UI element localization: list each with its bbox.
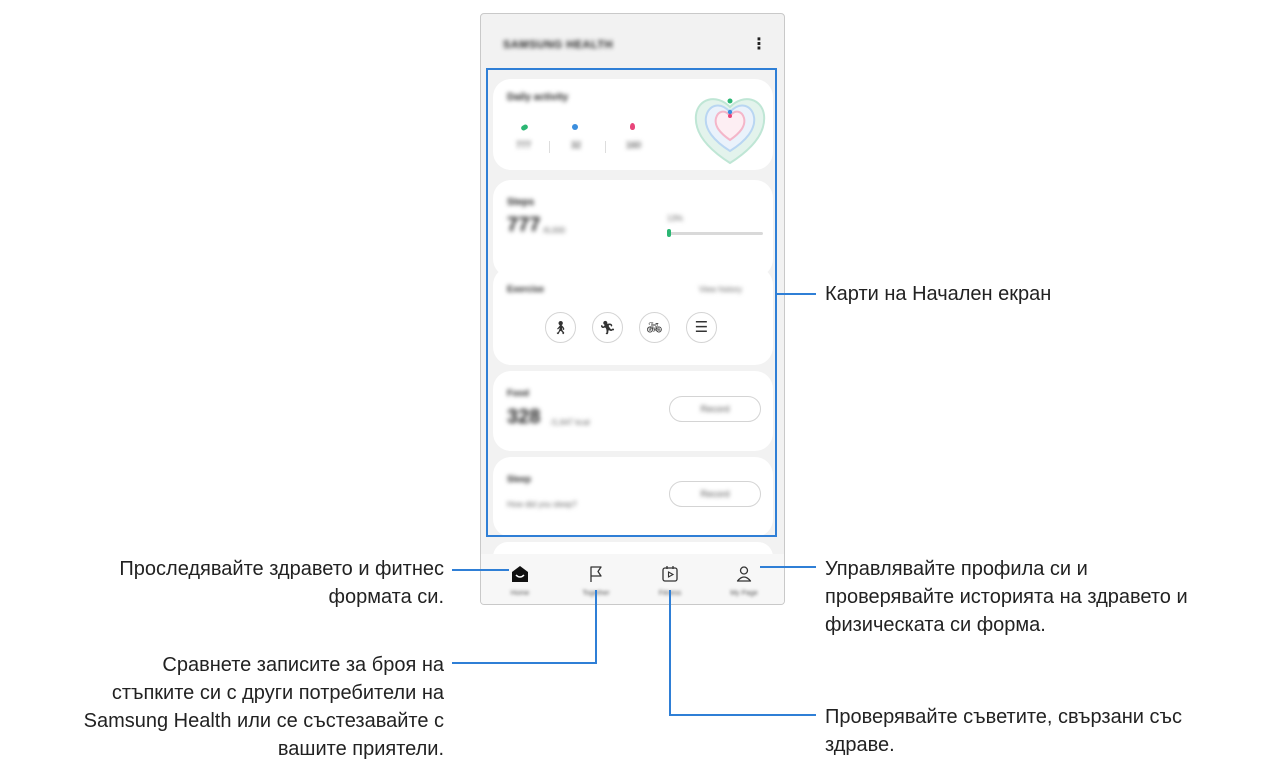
bottom-navigation: Home Together Fitness My Page	[481, 554, 784, 604]
callout-line-fitness-h	[669, 714, 816, 716]
callout-home-cards: Карти на Начален екран	[825, 280, 1051, 308]
cycling-icon[interactable]: 🚲︎	[639, 312, 670, 343]
divider	[605, 141, 606, 153]
active-time-stat: 32	[571, 140, 582, 150]
calories-stat: 160	[626, 140, 642, 150]
calories-icon	[630, 123, 635, 130]
nav-home-label: Home	[510, 590, 530, 597]
callout-home-tab: Проследявайте здравето и фитнес формата …	[10, 555, 444, 611]
callout-fitness: Проверявайте съветите, свързани със здра…	[825, 703, 1182, 759]
callout-fitness-line: здраве.	[825, 734, 895, 756]
food-unit: /1,647 kcal	[551, 418, 590, 427]
steps-goal: /6,000	[543, 226, 566, 235]
steps-title: Steps	[507, 197, 535, 208]
sleep-record-button[interactable]: Record	[669, 481, 761, 507]
callout-line-profile	[760, 566, 816, 568]
food-value: 328	[507, 406, 541, 428]
callout-home-tab-line: Проследявайте здравето и фитнес	[119, 558, 444, 580]
steps-progress-track	[667, 232, 763, 235]
steps-icon	[520, 123, 529, 132]
exercise-card[interactable]: Exercise View history 🚶︎ 🏃︎ 🚲︎ ☰	[493, 267, 773, 365]
callout-profile-line: проверявайте историята на здравето и	[825, 586, 1188, 608]
callout-together: Сравнете записите за броя на стъпките си…	[0, 651, 444, 763]
person-icon	[736, 566, 752, 582]
view-history-link[interactable]: View history	[699, 285, 742, 294]
callout-line-home	[452, 569, 509, 571]
callout-home-cards-text: Карти на Начален екран	[825, 283, 1052, 305]
sleep-question: How did you sleep?	[507, 500, 577, 509]
callout-profile: Управлявайте профила си и проверявайте и…	[825, 555, 1188, 639]
callout-together-line: Сравнете записите за броя на	[162, 654, 444, 676]
steps-stat: 777	[516, 140, 532, 150]
callout-line-cards	[777, 293, 816, 295]
activity-heart-icon	[694, 98, 766, 165]
steps-percent: 13%	[667, 214, 684, 223]
steps-card[interactable]: Steps 777 /6,000 13%	[493, 180, 773, 277]
walking-icon[interactable]: 🚶︎	[545, 312, 576, 343]
app-header: Samsung Health ⋮	[481, 14, 784, 72]
callout-fitness-line: Проверявайте съветите, свързани със	[825, 706, 1182, 728]
food-card[interactable]: Food 328 /1,647 kcal Record	[493, 371, 773, 451]
callout-profile-line: физическата си форма.	[825, 614, 1046, 636]
sleep-card[interactable]: Sleep How did you sleep? Record	[493, 457, 773, 537]
nav-my-page[interactable]: My Page	[709, 554, 779, 604]
callout-line-together-v	[595, 590, 597, 664]
callout-home-tab-line: формата си.	[328, 586, 444, 608]
food-record-button[interactable]: Record	[669, 396, 761, 422]
exercise-title: Exercise	[507, 284, 545, 294]
callout-line-together-h	[452, 662, 597, 664]
steps-progress-fill	[667, 229, 671, 237]
callout-profile-line: Управлявайте профила си и	[825, 558, 1088, 580]
active-time-icon	[572, 124, 578, 130]
fitness-video-icon	[662, 566, 678, 582]
running-icon[interactable]: 🏃︎	[592, 312, 623, 343]
divider	[549, 141, 550, 153]
daily-activity-card[interactable]: Daily activity 777 32 160	[493, 79, 773, 170]
list-icon[interactable]: ☰	[686, 312, 717, 343]
daily-activity-title: Daily activity	[507, 92, 569, 103]
callout-together-line: вашите приятели.	[277, 738, 444, 760]
callout-line-fitness-v	[669, 590, 671, 716]
phone-screen: Samsung Health ⋮ Daily activity 777 32 1…	[480, 13, 785, 605]
steps-value: 777	[507, 214, 541, 236]
food-title: Food	[507, 388, 529, 398]
nav-my-page-label: My Page	[730, 590, 758, 597]
home-icon	[512, 566, 528, 582]
callout-together-line: стъпките си с други потребители на	[111, 682, 444, 704]
more-vertical-icon[interactable]: ⋮	[751, 36, 767, 54]
callout-together-line: Samsung Health или се състезавайте с	[83, 710, 444, 732]
app-title: Samsung Health	[503, 39, 614, 51]
flag-icon	[590, 566, 602, 582]
nav-home[interactable]: Home	[485, 554, 555, 604]
sleep-title: Sleep	[507, 474, 532, 484]
